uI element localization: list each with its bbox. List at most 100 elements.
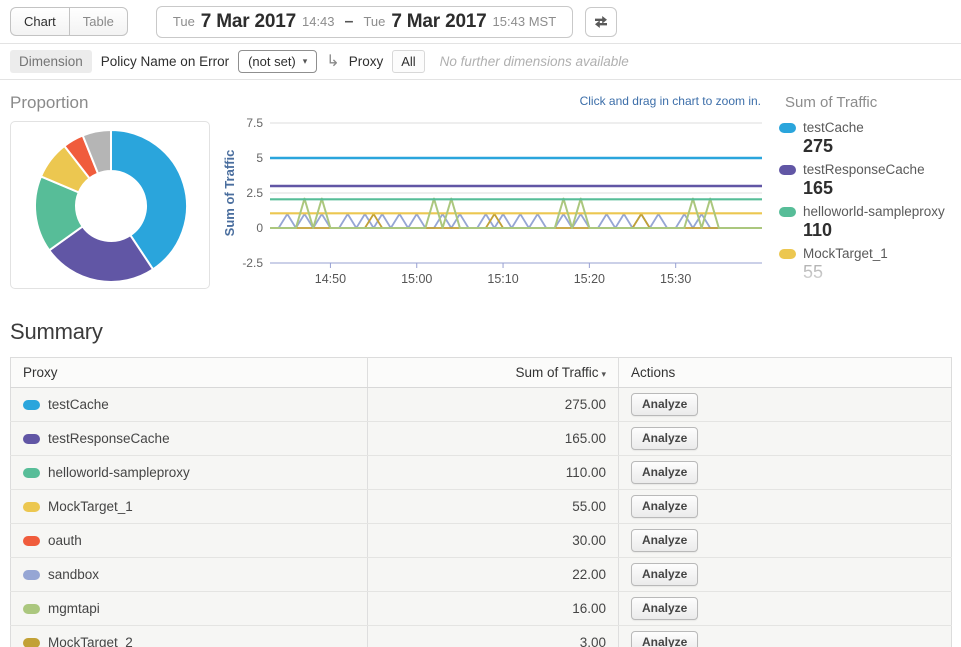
proxy-name: MockTarget_2	[48, 635, 133, 647]
svg-text:15:30: 15:30	[660, 272, 691, 286]
legend-value: 110	[803, 220, 951, 241]
proxy-swatch	[23, 468, 40, 478]
table-row: helloworld-sampleproxy 110.00 Analyze	[11, 456, 952, 490]
svg-text:2.5: 2.5	[246, 186, 263, 200]
summary-table: Proxy Sum of Traffic▾ Actions testCache 2…	[10, 357, 952, 647]
legend-name: testResponseCache	[803, 162, 925, 177]
dimension-name: Policy Name on Error	[101, 54, 229, 69]
analytics-page: Chart Table Tue 7 Mar 2017 14:43 – Tue 7…	[0, 0, 961, 647]
tab-table[interactable]: Table	[69, 7, 128, 36]
proxy-swatch	[23, 638, 40, 647]
start-day: Tue	[173, 14, 195, 29]
proxy-name: sandbox	[48, 567, 99, 582]
svg-text:0: 0	[256, 221, 263, 235]
proxy-swatch	[23, 400, 40, 410]
proxy-swatch	[23, 536, 40, 546]
start-date: 7 Mar 2017	[201, 11, 296, 33]
analyze-button[interactable]: Analyze	[631, 393, 698, 416]
analyze-button[interactable]: Analyze	[631, 495, 698, 518]
analyze-button[interactable]: Analyze	[631, 631, 698, 647]
svg-text:15:00: 15:00	[401, 272, 432, 286]
table-row: oauth30.00Analyze	[11, 524, 952, 558]
legend-item[interactable]: MockTarget_155	[779, 246, 951, 283]
dimension-value-dropdown[interactable]: (not set) ▾	[238, 50, 317, 73]
summary-section: Summary Proxy Sum of Traffic▾ Actions te…	[0, 293, 961, 647]
svg-text:-2.5: -2.5	[242, 256, 263, 270]
zoom-hint: Click and drag in chart to zoom in.	[222, 90, 775, 110]
legend-swatch	[779, 165, 796, 175]
traffic-value: 110.00	[368, 456, 619, 490]
col-header-traffic[interactable]: Sum of Traffic▾	[368, 358, 619, 388]
table-row: MockTarget_1 55.00 Analyze	[11, 490, 952, 524]
svg-text:7.5: 7.5	[246, 116, 263, 130]
traffic-value: 55.00	[368, 490, 619, 524]
analyze-button[interactable]: Analyze	[631, 461, 698, 484]
analyze-button[interactable]: Analyze	[631, 529, 698, 552]
svg-text:5: 5	[256, 151, 263, 165]
proxy-swatch	[23, 434, 40, 444]
range-dash: –	[341, 13, 358, 31]
traffic-value: 3.00	[368, 626, 619, 647]
start-time: 14:43	[302, 14, 335, 29]
legend-value: 275	[803, 136, 951, 157]
proportion-title: Proportion	[10, 93, 210, 113]
legend-name: MockTarget_1	[803, 246, 888, 261]
refresh-icon	[593, 14, 609, 30]
legend-name: helloworld-sampleproxy	[803, 204, 945, 219]
proxy-name: testCache	[48, 397, 109, 412]
col-header-proxy: Proxy	[11, 358, 368, 388]
refresh-button[interactable]	[585, 7, 617, 37]
end-time: 15:43 MST	[493, 14, 557, 29]
traffic-value: 16.00	[368, 592, 619, 626]
proxy-name: MockTarget_1	[48, 499, 133, 514]
traffic-value: 22.00	[368, 558, 619, 592]
toolbar: Chart Table Tue 7 Mar 2017 14:43 – Tue 7…	[0, 0, 961, 44]
table-row: mgmtapi 16.00 Analyze	[11, 592, 952, 626]
legend-item[interactable]: testResponseCache165	[779, 162, 951, 199]
table-row: testResponseCache165.00Analyze	[11, 422, 952, 456]
summary-title: Summary	[10, 319, 951, 345]
analyze-button[interactable]: Analyze	[631, 427, 698, 450]
proxy-swatch	[23, 604, 40, 614]
donut-chart	[11, 122, 211, 290]
legend-name: testCache	[803, 120, 864, 135]
analyze-button[interactable]: Analyze	[631, 563, 698, 586]
dimensions-note: No further dimensions available	[440, 54, 629, 69]
view-toggle: Chart Table	[10, 7, 128, 36]
legend-item[interactable]: helloworld-sampleproxy110	[779, 204, 951, 241]
svg-text:14:50: 14:50	[315, 272, 346, 286]
table-row: testCache 275.00 Analyze	[11, 388, 952, 422]
col-header-actions: Actions	[619, 358, 952, 388]
legend-value: 55	[803, 262, 951, 283]
proportion-chart-card	[10, 121, 210, 289]
date-range-picker[interactable]: Tue 7 Mar 2017 14:43 – Tue 7 Mar 2017 15…	[156, 6, 573, 38]
legend-swatch	[779, 123, 796, 133]
proxy-swatch	[23, 502, 40, 512]
traffic-value: 165.00	[368, 422, 619, 456]
dimension-bar: Dimension Policy Name on Error (not set)…	[0, 44, 961, 80]
proxy-name: helloworld-sampleproxy	[48, 465, 190, 480]
legend: Sum of Traffic testCache275 testResponseC…	[779, 90, 951, 293]
traffic-value: 30.00	[368, 524, 619, 558]
line-chart[interactable]: 7.552.50-2.514:5015:0015:1015:2015:30Sum…	[222, 110, 775, 288]
charts-region: Proportion Click and drag in chart to zo…	[0, 80, 961, 293]
sub-level-arrow-icon: ↳	[326, 54, 339, 70]
proxy-filter-all[interactable]: All	[392, 50, 424, 73]
y-axis-label: Sum of Traffic	[222, 150, 237, 237]
chevron-down-icon: ▾	[303, 56, 308, 67]
legend-item[interactable]: testCache275	[779, 120, 951, 157]
legend-title: Sum of Traffic	[785, 94, 951, 111]
end-day: Tue	[363, 14, 385, 29]
legend-value: 165	[803, 178, 951, 199]
sort-caret-icon: ▾	[601, 369, 606, 379]
proxy-name: mgmtapi	[48, 601, 100, 616]
table-row: MockTarget_2 3.00 Analyze	[11, 626, 952, 647]
dimension-chip: Dimension	[10, 50, 92, 73]
end-date: 7 Mar 2017	[391, 11, 486, 33]
proxy-swatch	[23, 570, 40, 580]
analyze-button[interactable]: Analyze	[631, 597, 698, 620]
legend-swatch	[779, 249, 796, 259]
legend-swatch	[779, 207, 796, 217]
traffic-value: 275.00	[368, 388, 619, 422]
tab-chart[interactable]: Chart	[10, 7, 69, 36]
